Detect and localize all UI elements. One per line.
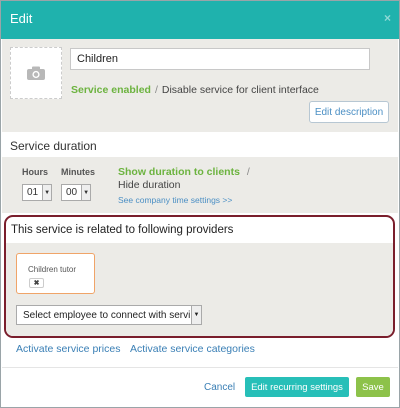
- chevron-down-icon: ▼: [81, 185, 91, 200]
- cancel-button[interactable]: Cancel: [204, 382, 235, 393]
- save-button[interactable]: Save: [356, 377, 390, 397]
- duration-visibility-toggle: Show duration to clients /: [118, 166, 254, 178]
- providers-panel: Children tutor ✖ Select employee to conn…: [6, 243, 393, 336]
- company-time-settings-link[interactable]: See company time settings >>: [118, 195, 232, 205]
- dialog-header: Edit ×: [1, 1, 399, 39]
- disable-service-option[interactable]: Disable service for client interface: [162, 84, 319, 96]
- minutes-label: Minutes: [61, 167, 96, 177]
- hours-value: 01: [27, 187, 39, 198]
- hours-label: Hours: [22, 167, 49, 177]
- service-name-input[interactable]: [70, 48, 370, 70]
- service-enabled-option[interactable]: Service enabled: [71, 84, 151, 96]
- duration-separator: /: [246, 166, 250, 178]
- duration-heading: Service duration: [10, 139, 97, 153]
- hide-duration-option[interactable]: Hide duration: [118, 179, 180, 191]
- edit-description-button[interactable]: Edit description: [309, 101, 389, 123]
- service-photo[interactable]: [10, 47, 62, 99]
- providers-heading: This service is related to following pro…: [11, 224, 234, 236]
- show-duration-option[interactable]: Show duration to clients: [118, 166, 240, 178]
- activate-categories-link[interactable]: Activate service categories: [130, 343, 255, 355]
- duration-panel: Hours 01 ▼ Minutes 00 ▼ Show duration to…: [2, 157, 398, 213]
- status-separator: /: [154, 84, 158, 96]
- minutes-value: 00: [66, 187, 78, 198]
- service-status-toggle: Service enabled / Disable service for clie…: [71, 84, 319, 96]
- dialog-title: Edit: [10, 11, 33, 26]
- providers-section: This service is related to following pro…: [4, 215, 395, 338]
- service-info-panel: Service enabled/ Disable service for clie…: [2, 39, 398, 132]
- remove-provider-icon[interactable]: ✖: [29, 278, 44, 288]
- provider-name: Children tutor: [28, 265, 77, 274]
- camera-icon: [27, 66, 45, 80]
- provider-card: Children tutor ✖: [16, 253, 95, 294]
- activate-prices-link[interactable]: Activate service prices: [16, 343, 120, 355]
- footer-divider: [2, 367, 398, 368]
- chevron-down-icon: ▼: [42, 185, 52, 200]
- minutes-select[interactable]: 00 ▼: [61, 184, 92, 201]
- edit-recurring-settings-button[interactable]: Edit recurring settings: [245, 377, 349, 397]
- chevron-down-icon: ▼: [191, 306, 201, 324]
- close-icon[interactable]: ×: [384, 11, 391, 25]
- employee-select-value: Select employee to connect with servi: [23, 309, 191, 321]
- hours-select[interactable]: 01 ▼: [22, 184, 53, 201]
- employee-select[interactable]: Select employee to connect with servi ▼: [16, 305, 202, 325]
- edit-service-dialog: Edit × Service enabled/Disable service f…: [0, 0, 400, 408]
